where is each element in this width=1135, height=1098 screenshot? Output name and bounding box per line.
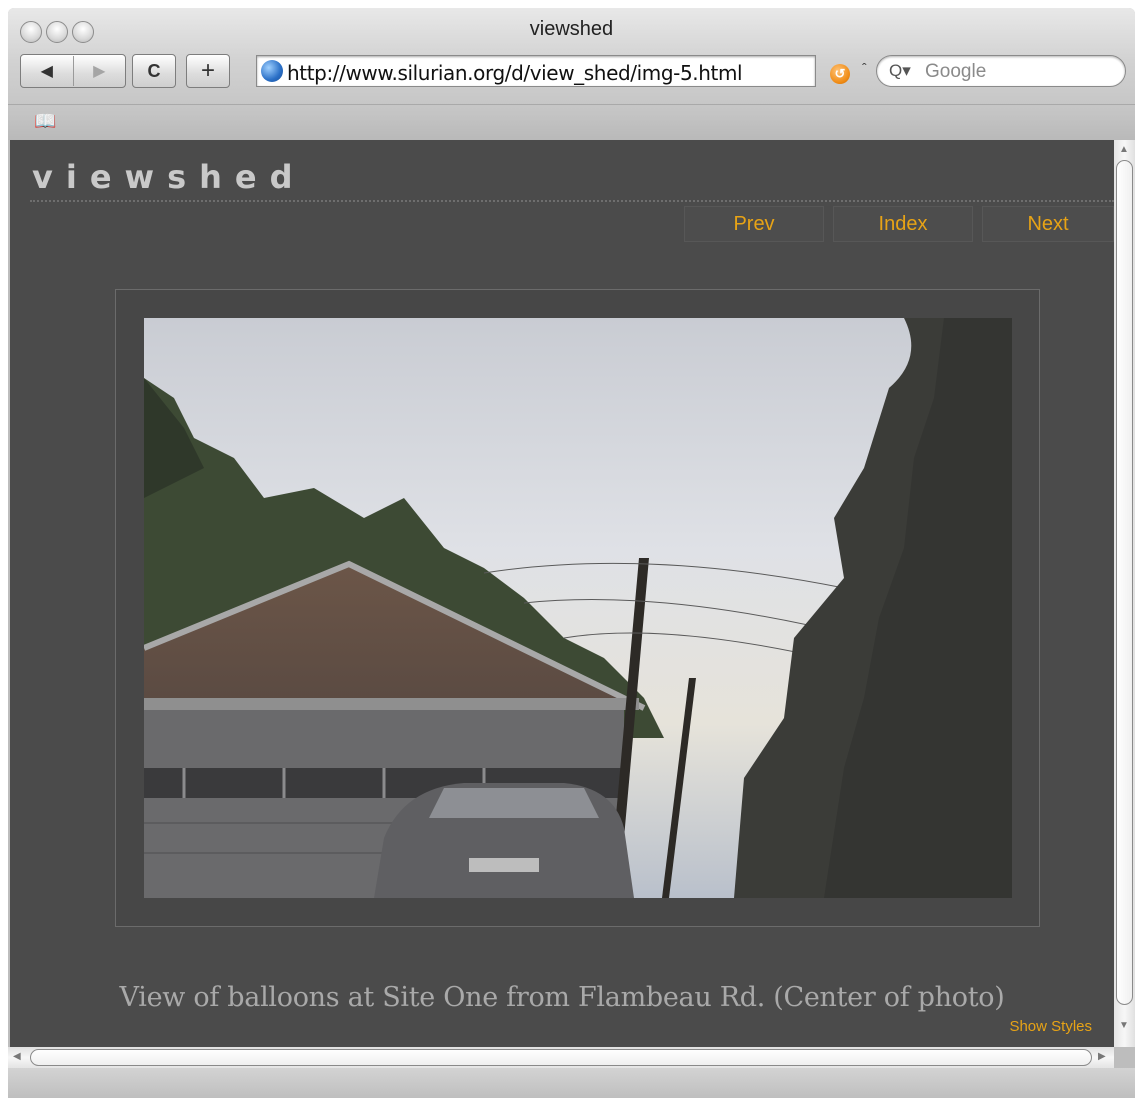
search-icon[interactable]: Q▾: [889, 61, 911, 81]
horizontal-scroll-thumb[interactable]: [30, 1049, 1092, 1066]
scroll-up-arrow-icon[interactable]: ▲: [1119, 144, 1129, 155]
globe-icon: [261, 60, 283, 82]
nav-next-link[interactable]: Next: [982, 206, 1114, 242]
bookmarks-bar: 📖: [8, 104, 1135, 139]
back-arrow-icon[interactable]: ◀: [21, 61, 73, 81]
photo-caption: View of balloons at Site One from Flambe…: [119, 982, 1005, 1013]
browser-window: viewshed ◀ ▶ C + http://www.silurian.org…: [8, 8, 1135, 1098]
photo: [144, 318, 1012, 898]
window-title: viewshed: [529, 18, 614, 40]
book-icon[interactable]: 📖: [34, 111, 56, 132]
nav-index-link[interactable]: Index: [833, 206, 973, 242]
horizontal-scrollbar[interactable]: ◀ ▶: [8, 1047, 1114, 1068]
plus-icon: +: [200, 57, 215, 84]
scroll-right-arrow-icon[interactable]: ▶: [1098, 1051, 1106, 1062]
reload-button[interactable]: C: [132, 54, 176, 88]
browser-chrome: viewshed ◀ ▶ C + http://www.silurian.org…: [8, 8, 1135, 140]
back-forward-group: ◀ ▶: [20, 54, 126, 88]
snapback-icon[interactable]: ↺: [830, 64, 850, 84]
search-field[interactable]: Q▾ Google: [876, 55, 1126, 87]
search-placeholder: Google: [925, 61, 987, 82]
status-bar: [8, 1068, 1135, 1098]
vertical-scroll-thumb[interactable]: [1116, 160, 1133, 1005]
forward-arrow-icon[interactable]: ▶: [74, 61, 126, 81]
logo-divider: [30, 200, 1114, 202]
scroll-down-arrow-icon[interactable]: ▼: [1119, 1020, 1129, 1031]
add-bookmark-button[interactable]: +: [186, 54, 230, 88]
reload-icon: C: [147, 60, 161, 81]
nav-prev-link[interactable]: Prev: [684, 206, 824, 242]
page-viewport: viewshed Prev Index Next View of balloon…: [10, 140, 1114, 1047]
url-text[interactable]: http://www.silurian.org/d/view_shed/img-…: [287, 61, 743, 85]
site-logo[interactable]: viewshed: [32, 158, 306, 196]
address-bar[interactable]: http://www.silurian.org/d/view_shed/img-…: [256, 55, 816, 87]
vertical-scrollbar[interactable]: ▲ ▼: [1114, 140, 1135, 1047]
scroll-left-arrow-icon[interactable]: ◀: [13, 1051, 21, 1062]
titlebar: viewshed: [8, 8, 1135, 48]
caret-up-icon: ˆ: [862, 60, 867, 76]
show-styles-link[interactable]: Show Styles: [1009, 1018, 1092, 1035]
browser-toolbar: ◀ ▶ C + http://www.silurian.org/d/view_s…: [8, 52, 1135, 92]
photo-image: [144, 318, 1012, 898]
